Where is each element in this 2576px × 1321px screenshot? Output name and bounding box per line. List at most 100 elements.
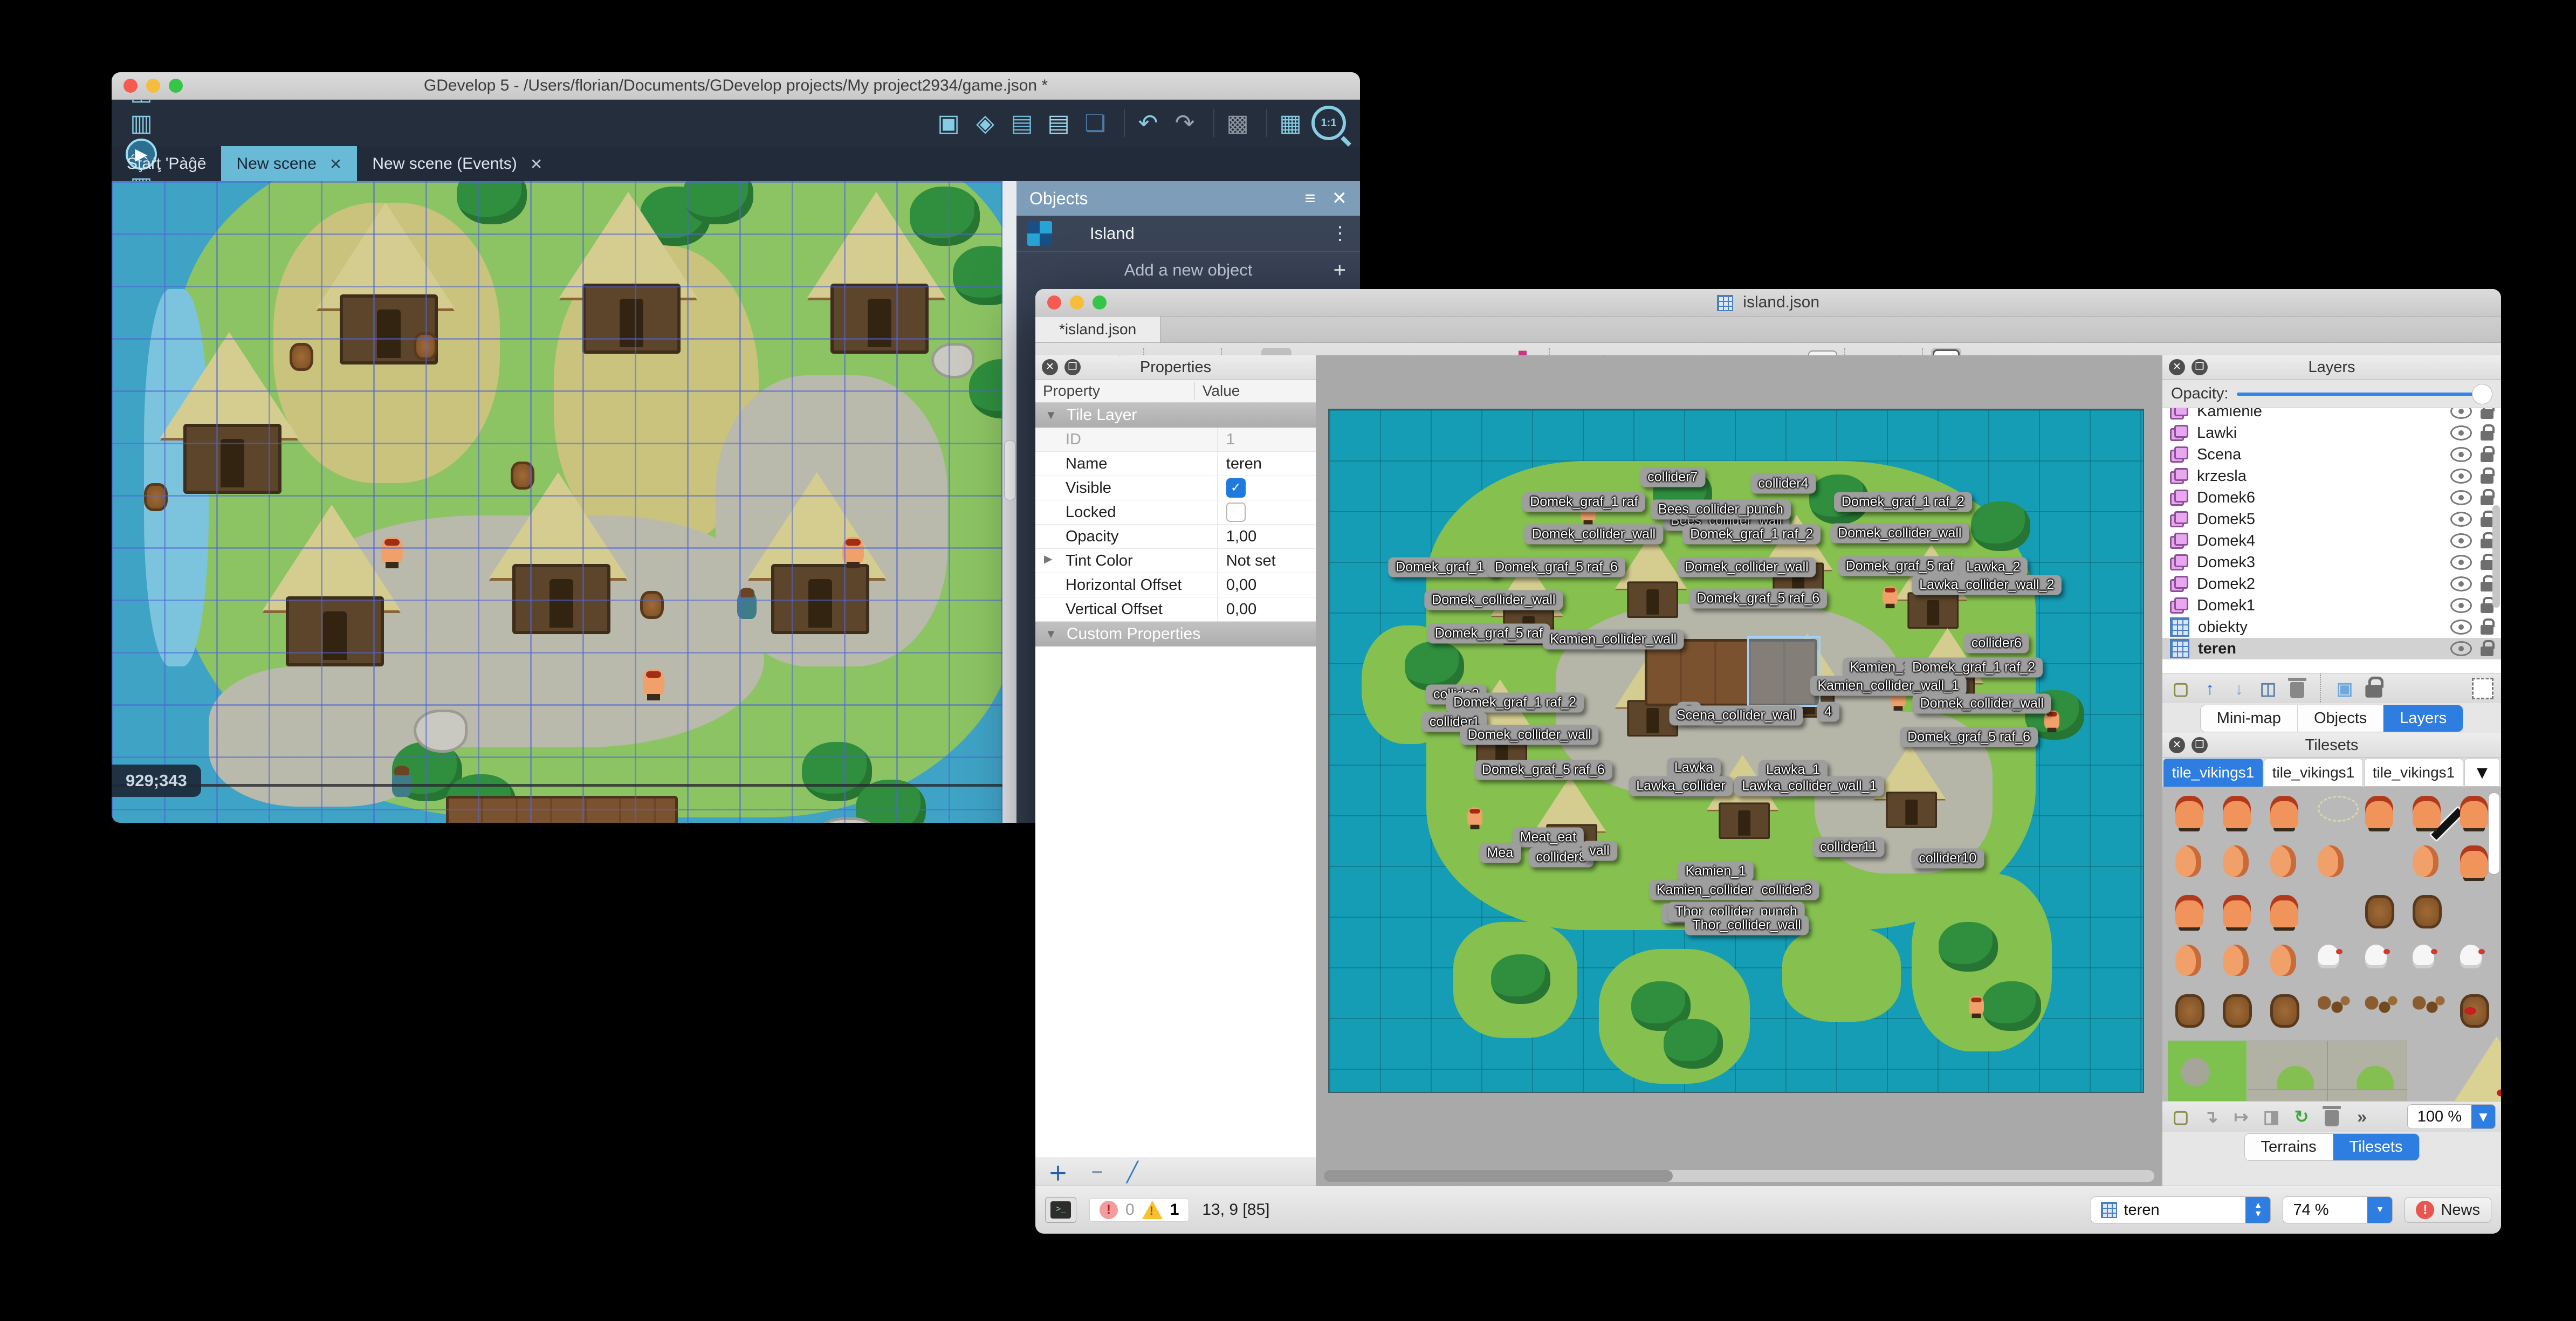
tileset-terrain-tile[interactable] (2248, 1089, 2327, 1101)
tileset-sprite[interactable] (2365, 895, 2394, 928)
layer-row-krzesla[interactable]: krzesla (2162, 465, 2501, 487)
map-object-label[interactable]: collider3 (1754, 880, 1819, 900)
tileset-sprite[interactable] (2175, 994, 2204, 1028)
new-layer-icon[interactable]: ▢ (2168, 676, 2194, 701)
map-object-label[interactable]: Domek_collider_wall (1524, 524, 1664, 545)
tileset-sprite[interactable] (2223, 994, 2252, 1028)
map-view[interactable]: collider7 collider4 Domek_graf_1 raf Bees_c… (1316, 355, 2162, 1186)
redo-icon[interactable]: ↷ (1169, 107, 1200, 139)
close-tab-icon[interactable]: ✕ (530, 155, 542, 173)
new-tileset-icon[interactable]: ▢ (2168, 1104, 2194, 1130)
property-value[interactable]: Not set (1217, 549, 1316, 573)
map-object-label[interactable]: Domek_graf_1 raf_2 (1446, 692, 1584, 713)
property-row-tint-color[interactable]: Tint Color ▶ Not set (1035, 549, 1316, 573)
map-object-label[interactable]: Domek_graf_5 raf (1838, 556, 1961, 576)
property-row-name[interactable]: Name teren (1035, 452, 1316, 476)
remove-property-button[interactable]: − (1091, 1161, 1103, 1184)
export-tileset-icon[interactable]: ↦ (2228, 1104, 2254, 1130)
undo-icon[interactable]: ↶ (1132, 107, 1164, 139)
visibility-eye-icon[interactable] (2450, 512, 2472, 527)
tileset-sprite[interactable] (2460, 845, 2488, 878)
layer-row-domek2[interactable]: Domek2 (2162, 573, 2501, 595)
overflow-icon[interactable]: » (2349, 1104, 2375, 1130)
tilemap-canvas[interactable]: collider7 collider4 Domek_graf_1 raf Bees_c… (1328, 409, 2144, 1093)
tileset-sprite[interactable] (2223, 945, 2249, 976)
float-panel-icon[interactable]: ❐ (2192, 359, 2208, 375)
remove-tileset-icon[interactable] (2319, 1104, 2345, 1130)
raise-layer-icon[interactable]: ↑ (2197, 676, 2223, 701)
layer-row-scena[interactable]: Scena (2162, 444, 2501, 465)
map-object-label[interactable]: Kamien_collider_wall_1 (1810, 676, 1967, 696)
tileset-mode-tab-tilesets[interactable]: Tilesets (2333, 1133, 2419, 1160)
map-object-label[interactable]: collider7 (1640, 467, 1706, 487)
tileset-sprite[interactable] (2365, 994, 2398, 1016)
property-row-vertical-offset[interactable]: Vertical Offset 0,00 (1035, 597, 1316, 622)
map-object-label[interactable]: Mea (1479, 843, 1521, 863)
news-button[interactable]: ! News (2405, 1197, 2491, 1223)
map-object-label[interactable]: 4 (1817, 701, 1839, 722)
tileset-sprite[interactable] (2270, 845, 2296, 877)
map-object-label[interactable]: Domek_graf_1 raf_2 (1833, 492, 1972, 512)
tileset-sprite[interactable] (2413, 895, 2442, 928)
filter-icon[interactable]: ≡ (1305, 188, 1316, 209)
layer-row-domek6[interactable]: Domek6 (2162, 487, 2501, 508)
property-value[interactable]: teren (1217, 452, 1316, 476)
objects-editor-icon[interactable]: ▣ (933, 107, 964, 139)
map-object-label[interactable]: Domek_collider_wall (1424, 590, 1563, 610)
tileset-roof-tile[interactable] (2416, 1036, 2501, 1101)
lock-icon[interactable] (2481, 467, 2495, 484)
visibility-eye-icon[interactable] (2450, 620, 2472, 635)
expand-icon[interactable]: ▶ (1044, 552, 1052, 566)
lock-icon[interactable] (2481, 408, 2495, 419)
tileset-sprite[interactable] (2318, 945, 2343, 968)
tileset-mode-tab-terrains[interactable]: Terrains (2244, 1133, 2333, 1160)
property-value[interactable]: ✓ (1217, 476, 1316, 500)
tileset-sprite[interactable] (2413, 845, 2438, 877)
layer-row-domek1[interactable]: Domek1 (2162, 595, 2501, 616)
lock-icon[interactable] (2481, 554, 2495, 570)
tileset-tabs-dropdown-icon[interactable]: ▼ (2464, 759, 2500, 787)
zoom-1-1-icon[interactable]: 1:1 (1311, 106, 1346, 140)
dock-tab-objects[interactable]: Objects (2297, 705, 2384, 732)
canvas-vertical-scrollbar[interactable] (1002, 181, 1016, 823)
zoom-select[interactable]: 74 % ▼ (2283, 1196, 2393, 1223)
visibility-eye-icon[interactable] (2450, 425, 2472, 441)
map-object-label[interactable]: Domek_graf_1 raf_2 (1905, 657, 2043, 678)
property-value[interactable]: 0,00 (1217, 573, 1316, 597)
float-panel-icon[interactable]: ❐ (1064, 359, 1081, 375)
highlight-current-icon[interactable] (2470, 676, 2496, 701)
issues-counter[interactable]: ! 0 1 (1089, 1198, 1190, 1222)
tileset-sprite[interactable] (2460, 796, 2488, 828)
duplicate-layer-icon[interactable]: ◫ (2255, 676, 2281, 701)
map-object-label[interactable]: Domek_collider_wall (1460, 725, 1599, 745)
collapse-icon[interactable]: ▼ (1045, 408, 1057, 422)
property-row-opacity[interactable]: Opacity 1,00 (1035, 525, 1316, 549)
layer-row-domek4[interactable]: Domek4 (2162, 530, 2501, 552)
tileset-sprite[interactable] (2175, 945, 2201, 976)
lock-icon[interactable] (2481, 489, 2495, 505)
lock-icon[interactable] (2481, 424, 2495, 441)
opacity-slider-handle[interactable] (2472, 384, 2492, 404)
tileset-sprite[interactable] (2223, 895, 2251, 927)
lock-icon[interactable] (2481, 597, 2495, 613)
tileset-sprite[interactable] (2270, 895, 2298, 927)
tileset-sprite[interactable] (2318, 994, 2350, 1016)
map-object-label[interactable]: Thor_collider_wall (1685, 915, 1809, 935)
close-tab-icon[interactable]: ✕ (329, 155, 342, 173)
tileset-scrollbar[interactable] (2488, 793, 2500, 875)
tileset-sprite[interactable] (2413, 945, 2437, 968)
map-object-label[interactable]: Domek_graf_5 raf_6 (1689, 588, 1828, 609)
map-object-label[interactable]: Kamien_1 (1678, 861, 1754, 882)
checkbox-checked[interactable]: ✓ (1226, 478, 1246, 498)
add-object-button[interactable]: Add a new object + (1016, 252, 1360, 288)
map-object-label[interactable]: Domek_graf_1 r (1388, 557, 1500, 577)
map-object-label[interactable]: Lawka_collider_wall_1 (1734, 776, 1885, 796)
tileset-sprite[interactable] (2175, 895, 2203, 927)
property-value[interactable]: 1,00 (1217, 525, 1316, 548)
lock-icon[interactable] (2481, 640, 2495, 656)
tab-new-scene-events-[interactable]: New scene (Events) ✕ (357, 146, 558, 182)
grid-toggle-icon[interactable]: ▦ (1275, 107, 1306, 139)
debugger-icon[interactable]: ▥ (126, 107, 157, 139)
property-row-horizontal-offset[interactable]: Horizontal Offset 0,00 (1035, 573, 1316, 597)
close-panel-icon[interactable]: ✕ (1332, 188, 1348, 209)
